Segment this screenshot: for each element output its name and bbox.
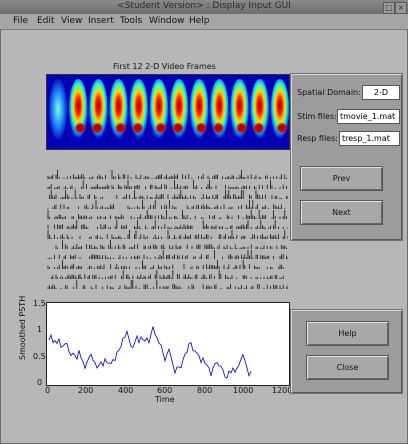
stim-files-label: Stim files: [297,112,337,121]
psth-ytick-0: 0 [37,378,43,387]
video-frame [210,79,229,139]
raster-row [47,170,287,179]
raster-row [47,230,289,239]
menu-bar: File Edit View Insert Tools Window Help [0,14,408,30]
psth-line [48,326,252,379]
raster-row [47,250,289,259]
help-close-panel: Help Close [290,309,403,394]
video-frame [189,79,209,139]
psth-xtick-800: 800 [197,386,213,395]
maximize-icon: □ [385,3,393,12]
menu-insert[interactable]: Insert [88,16,114,26]
title-bar: <Student Version> : Display Input GUI □ … [0,0,408,15]
raster-row [47,260,284,269]
window-title: <Student Version> : Display Input GUI [117,1,291,11]
raster-row [47,200,286,209]
psth-ylabel: Smoothed PSTH [18,295,27,360]
video-frame [169,79,189,139]
menu-edit[interactable]: Edit [37,16,54,26]
menu-tools[interactable]: Tools [120,16,142,26]
video-frame [250,79,270,139]
help-button[interactable]: Help [306,321,389,346]
video-frame [230,79,249,139]
video-frame [89,79,108,139]
stim-files-field[interactable]: tmovie_1.mat [337,109,400,124]
psth-axes [46,302,290,386]
frames-title: First 12 2-D Video Frames [113,62,216,71]
video-frames-image [48,79,290,139]
menu-view[interactable]: View [61,16,82,26]
raster-row [47,210,287,219]
video-frame [270,79,290,139]
response-raster-plot [47,170,289,289]
maximize-button[interactable]: □ [383,2,395,14]
resp-files-field[interactable]: tresp_1.mat [339,131,400,146]
video-frame [48,79,68,139]
menu-file[interactable]: File [13,16,28,26]
psth-ytick-1-5: 1.5 [33,299,46,308]
prev-button[interactable]: Prev [300,166,383,191]
close-button[interactable]: Close [306,355,389,380]
raster-row [55,240,287,249]
psth-ytick-0-5: 0.5 [33,352,46,361]
close-icon: × [397,3,405,12]
psth-xtick-0: 0 [45,386,51,395]
psth-xtick-1000: 1000 [233,386,254,395]
menu-window[interactable]: Window [149,16,185,26]
psth-xtick-200: 200 [78,386,94,395]
video-frames-axes [46,74,290,150]
spatial-domain-label: Spatial Domain: [297,88,361,97]
psth-xlabel: Time [155,395,175,404]
menu-help[interactable]: Help [189,16,210,26]
raster-row [50,270,284,279]
video-frame [109,79,128,139]
psth-xtick-400: 400 [118,386,134,395]
file-controls-panel: Spatial Domain: 2-D Stim files: tmovie_1… [290,73,403,241]
next-button[interactable]: Next [300,200,383,225]
video-frame [68,79,88,139]
video-frame [129,79,149,139]
close-window-button[interactable]: × [395,2,407,14]
video-frame [149,79,169,139]
raster-row [49,190,289,199]
raster-row [47,180,287,189]
resp-files-label: Resp files: [297,134,338,143]
response-raster-axes [44,170,289,292]
spatial-domain-field[interactable]: 2-D [362,85,400,100]
psth-plot [48,326,252,379]
raster-row [47,220,289,229]
psth-ytick-1: 1 [37,325,43,334]
raster-row [47,280,289,289]
psth-xtick-600: 600 [157,386,173,395]
